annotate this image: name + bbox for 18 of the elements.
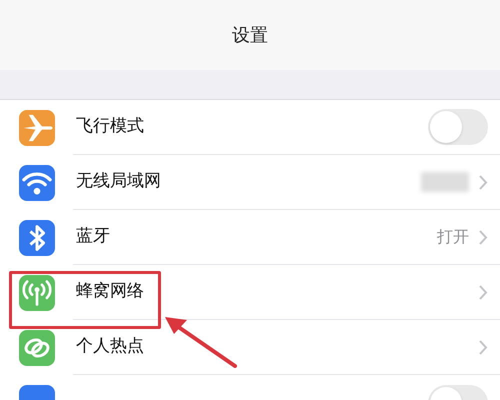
chevron-icon xyxy=(479,340,488,354)
settings-row[interactable]: 蓝牙 打开 xyxy=(0,210,500,265)
blurred-value xyxy=(421,172,469,192)
toggle-switch[interactable] xyxy=(428,109,488,145)
settings-row[interactable]: 蜂窝网络 xyxy=(0,265,500,320)
setting-label: 个人热点 xyxy=(76,335,144,358)
chevron-icon xyxy=(479,284,488,300)
settings-row[interactable]: 个人热点 xyxy=(0,320,500,375)
chevron-icon xyxy=(479,230,488,244)
setting-value: 打开 xyxy=(437,226,469,248)
setting-label: 无线局域网 xyxy=(76,170,161,194)
setting-label: 飞行模式 xyxy=(76,115,144,138)
settings-row[interactable]: 无线局域网 xyxy=(0,155,500,210)
page-title: 设置 xyxy=(232,24,268,48)
chevron-icon xyxy=(479,174,488,190)
setting-label: 蜂窝网络 xyxy=(76,280,144,304)
settings-row[interactable]: 飞行模式 xyxy=(0,100,500,155)
setting-label: 蓝牙 xyxy=(76,225,110,248)
